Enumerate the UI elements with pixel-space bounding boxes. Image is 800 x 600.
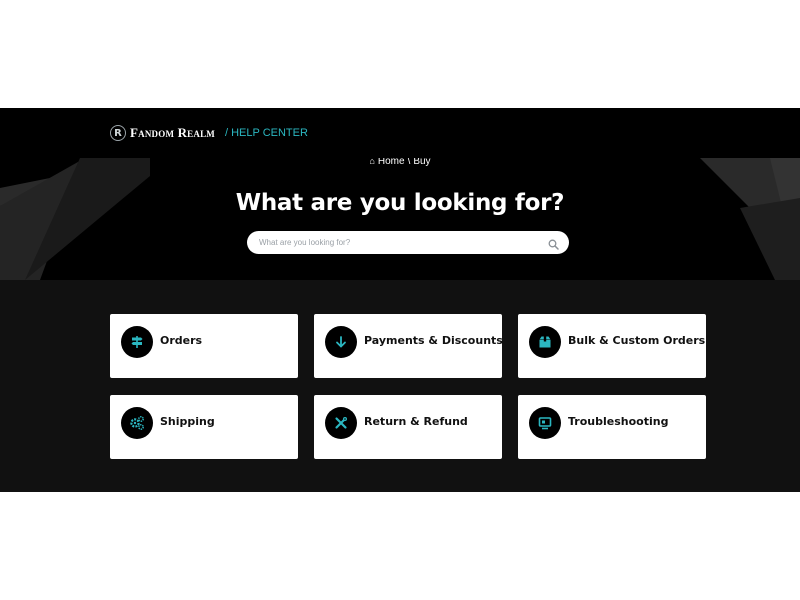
gears-icon: [121, 407, 153, 439]
breadcrumb: ⌂ Home \ Buy: [0, 158, 800, 167]
breadcrumb-home[interactable]: Home: [378, 158, 405, 167]
breadcrumb-separator: \: [407, 158, 411, 167]
category-card-return-refund[interactable]: Return & Refund: [314, 395, 502, 459]
category-label: Shipping: [160, 415, 215, 428]
search-bar: [247, 231, 569, 254]
hero-decoration: [0, 158, 800, 280]
category-label: Orders: [160, 334, 203, 347]
category-label: Payments & Discounts: [364, 334, 503, 347]
category-label: Return & Refund: [364, 415, 468, 428]
monitor-icon: [529, 407, 561, 439]
category-card-orders[interactable]: Orders: [110, 314, 298, 378]
box-icon: [529, 326, 561, 358]
logo-icon: R: [110, 125, 126, 141]
brand-name: Fandom Realm: [130, 125, 215, 140]
category-card-bulk-custom[interactable]: Bulk & Custom Orders: [518, 314, 706, 378]
tools-icon: [325, 407, 357, 439]
category-label: Troubleshooting: [568, 415, 669, 428]
category-label: Bulk & Custom Orders: [568, 334, 706, 347]
category-card-payments[interactable]: Payments & Discounts: [314, 314, 503, 378]
help-center-label: / HELP CENTER: [224, 127, 308, 139]
category-card-shipping[interactable]: Shipping: [110, 395, 298, 459]
category-grid: Orders Payments & Discounts Bulk & Custo…: [0, 280, 800, 492]
hero-banner: ⌂ Home \ Buy What are you looking for?: [0, 158, 800, 280]
search-input[interactable]: [259, 235, 539, 250]
breadcrumb-current: Buy: [413, 158, 431, 167]
page-title: What are you looking for?: [235, 190, 565, 216]
brand-logo-link[interactable]: R Fandom Realm / HELP CENTER: [110, 124, 308, 142]
search-icon[interactable]: [548, 237, 559, 255]
top-navbar: R Fandom Realm / HELP CENTER: [0, 108, 800, 158]
home-icon: ⌂: [369, 158, 375, 166]
arrow-down-icon: [325, 326, 357, 358]
signpost-icon: [121, 326, 153, 358]
category-card-troubleshooting[interactable]: Troubleshooting: [518, 395, 706, 459]
